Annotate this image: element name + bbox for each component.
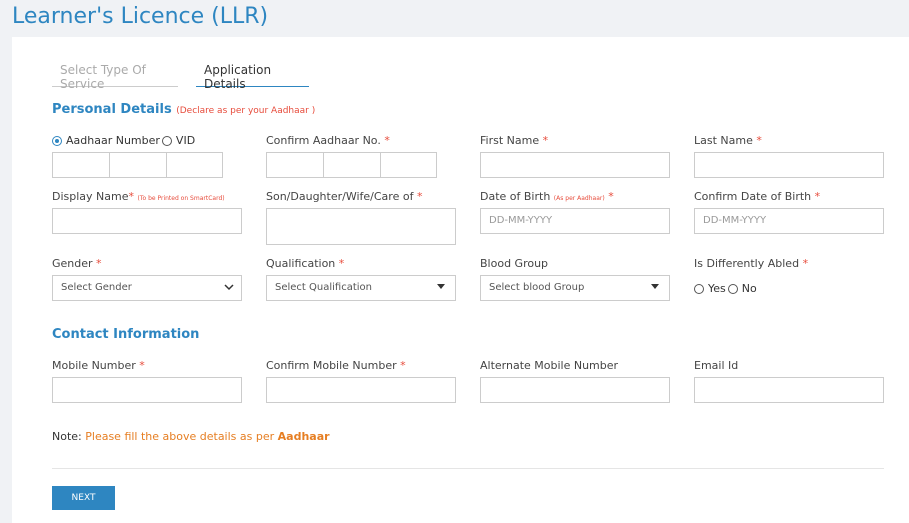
- confirm-aadhaar-part-3-input[interactable]: [380, 152, 437, 178]
- blood-group-label: Blood Group: [480, 257, 549, 270]
- mobile-number-label: Mobile Number *: [52, 359, 145, 372]
- care-of-input[interactable]: [266, 208, 456, 245]
- differently-abled-label: Is Differently Abled *: [694, 257, 809, 270]
- confirm-dob-label: Confirm Date of Birth *: [694, 190, 821, 203]
- id-type-radio-group: Aadhaar Number VID: [52, 134, 195, 147]
- gender-select[interactable]: Select Gender: [52, 275, 242, 301]
- aadhaar-part-1-input[interactable]: [52, 152, 110, 178]
- alternate-mobile-label: Alternate Mobile Number: [480, 359, 619, 372]
- differently-abled-no-radio[interactable]: [727, 283, 738, 294]
- form-card: Select Type Of Service Application Detai…: [12, 37, 909, 523]
- confirm-aadhaar-part-1-input[interactable]: [266, 152, 324, 178]
- chevron-down-icon: [224, 284, 234, 291]
- gender-label: Gender *: [52, 257, 102, 270]
- note-prefix: Note:: [52, 430, 82, 443]
- first-name-label: First Name *: [480, 134, 549, 147]
- next-button[interactable]: NEXT: [52, 486, 115, 510]
- blood-group-select[interactable]: Select blood Group: [480, 275, 670, 301]
- aadhaar-note: Note: Please fill the above details as p…: [52, 430, 330, 443]
- confirm-aadhaar-label: Confirm Aadhaar No. *: [266, 134, 390, 147]
- no-label: No: [741, 282, 757, 295]
- dob-input[interactable]: DD-MM-YYYY: [480, 208, 670, 234]
- qualification-select[interactable]: Select Qualification: [266, 275, 456, 301]
- contact-information-title: Contact Information: [52, 327, 200, 342]
- divider: [52, 468, 884, 469]
- page-title: Learner's Licence (LLR): [12, 4, 269, 29]
- aadhaar-declare-note: (Declare as per your Aadhaar ): [176, 106, 316, 116]
- tab-bar: Select Type Of Service Application Detai…: [52, 57, 309, 91]
- confirm-dob-input[interactable]: DD-MM-YYYY: [694, 208, 884, 234]
- alternate-mobile-input[interactable]: [480, 377, 670, 403]
- personal-details-heading: Personal Details: [52, 102, 172, 117]
- email-label: Email Id: [694, 359, 739, 372]
- display-name-input[interactable]: [52, 208, 242, 234]
- care-of-label: Son/Daughter/Wife/Care of *: [266, 190, 423, 203]
- aadhaar-radio-label: Aadhaar Number: [66, 134, 160, 147]
- email-input[interactable]: [694, 377, 884, 403]
- personal-details-title: Personal Details (Declare as per your Aa…: [52, 102, 315, 117]
- caret-down-icon: [651, 284, 659, 289]
- differently-abled-radio-group: Yes No: [694, 282, 757, 295]
- last-name-label: Last Name *: [694, 134, 762, 147]
- note-highlight: Aadhaar: [277, 430, 330, 443]
- confirm-mobile-input[interactable]: [266, 377, 456, 403]
- aadhaar-part-3-input[interactable]: [166, 152, 223, 178]
- blood-group-select-value: Select blood Group: [489, 282, 585, 293]
- vid-radio[interactable]: [161, 135, 172, 146]
- confirm-aadhaar-part-2-input[interactable]: [323, 152, 381, 178]
- differently-abled-yes-radio[interactable]: [694, 283, 704, 294]
- aadhaar-part-2-input[interactable]: [109, 152, 167, 178]
- yes-label: Yes: [708, 282, 726, 295]
- tab-application-details[interactable]: Application Details: [196, 57, 309, 91]
- gender-select-value: Select Gender: [61, 282, 132, 293]
- vid-radio-label: VID: [175, 134, 196, 147]
- confirm-mobile-label: Confirm Mobile Number *: [266, 359, 406, 372]
- note-text: Please fill the above details as per: [85, 430, 275, 443]
- mobile-number-input[interactable]: [52, 377, 242, 403]
- qualification-select-value: Select Qualification: [275, 282, 373, 293]
- display-name-label: Display Name* (To be Printed on SmartCar…: [52, 190, 225, 203]
- caret-down-icon: [437, 284, 445, 289]
- last-name-input[interactable]: [694, 152, 884, 178]
- aadhaar-radio[interactable]: [52, 135, 62, 146]
- qualification-label: Qualification *: [266, 257, 345, 270]
- first-name-input[interactable]: [480, 152, 670, 178]
- tab-select-type-of-service[interactable]: Select Type Of Service: [52, 57, 178, 91]
- dob-label: Date of Birth (As per Aadhaar) *: [480, 190, 614, 203]
